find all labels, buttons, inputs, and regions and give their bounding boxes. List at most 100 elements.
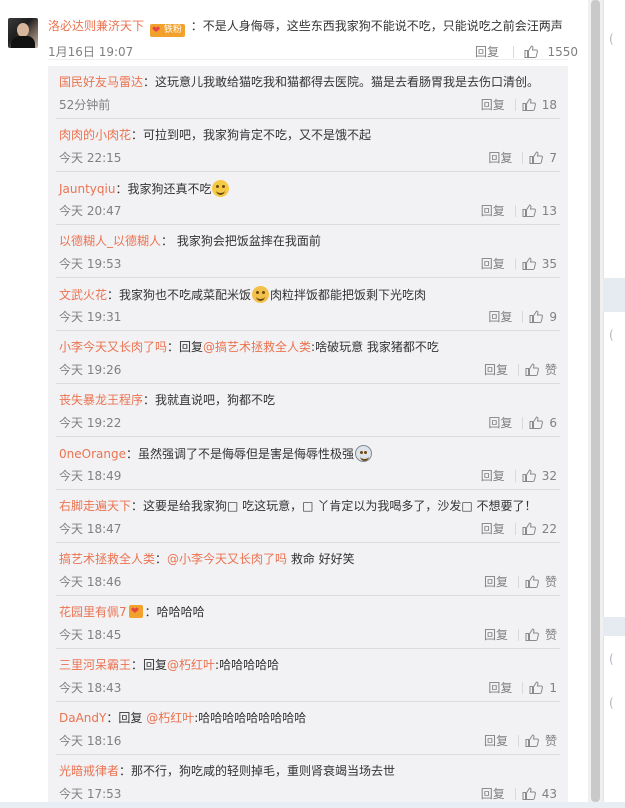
reply-body-continued: 肉粒拌饭都能把饭剩下光吃肉	[270, 288, 427, 302]
reply-text: 国民好友马雷达：这玩意儿我敢给猫吃我和猫都得去医院。猫是去看肠胃我是去伤口清创。	[59, 74, 557, 90]
thumbs-up-icon[interactable]	[522, 469, 536, 482]
thumbs-up-icon[interactable]	[522, 787, 536, 800]
like-count: 9	[549, 310, 557, 324]
reply-mention[interactable]: @小李今天又长肉了吗	[167, 552, 287, 566]
thumbs-up-icon[interactable]	[529, 310, 544, 323]
reply-item: DaAndY：回复 @朽红叶:哈哈哈哈哈哈哈哈哈 今天 18:16 回复 赞	[56, 702, 560, 755]
reply-meta: 今天 18:45 回复 赞	[59, 626, 557, 642]
reply-actions: 回复 赞	[484, 626, 557, 642]
reply-button[interactable]: 回复	[484, 734, 508, 748]
reply-username[interactable]: 以德糊人_以德糊人	[59, 234, 161, 248]
thumbs-up-icon[interactable]	[522, 522, 536, 535]
reply-time: 今天 19:31	[59, 310, 122, 324]
reply-username[interactable]: 搞艺术拯救全人类	[59, 552, 155, 566]
reply-item: 文武火花：我家狗也不吃咸菜配米饭 肉粒拌饭都能把饭剩下光吃肉 今天 19:31 回…	[56, 278, 560, 331]
reply-list: 国民好友马雷达：这玩意儿我敢给猫吃我和猫都得去医院。猫是去看肠胃我是去伤口清创。…	[48, 66, 568, 802]
reply-button[interactable]: 回复	[484, 363, 508, 377]
reply-mention[interactable]: @朽红叶	[146, 711, 194, 725]
reply-meta: 今天 18:49 回复 32	[59, 467, 557, 483]
reply-meta: 今天 18:46 回复 赞	[59, 573, 557, 589]
reply-meta: 今天 18:43 回复 1	[59, 679, 557, 695]
reply-item: 光暗戒律者：那不行，狗吃咸的轻则掉毛，重则肾衰竭当场去世 今天 17:53 回复…	[59, 755, 557, 808]
reply-username[interactable]: 小李今天又长肉了吗	[59, 340, 167, 354]
reply-button[interactable]: 回复	[481, 257, 505, 271]
reply-username[interactable]: 0neOrange	[59, 447, 126, 461]
reply-time: 今天 18:49	[59, 469, 122, 483]
reply-button[interactable]: 回复	[481, 522, 505, 536]
reply-username[interactable]: 国民好友马雷达	[59, 75, 143, 89]
thumbs-up-icon[interactable]	[529, 681, 544, 694]
reply-time: 今天 17:53	[59, 787, 122, 801]
reply-mention[interactable]: @朽红叶	[167, 658, 215, 672]
reply-button[interactable]: 回复	[488, 681, 512, 695]
like-count: 35	[541, 257, 557, 271]
top-comment-username[interactable]: 洛必达则兼济天下	[48, 19, 144, 33]
avatar[interactable]	[8, 18, 38, 48]
reply-button[interactable]: 回复	[481, 98, 505, 112]
fan-badge-label: 铁粉	[163, 25, 182, 35]
thumbs-up-icon[interactable]	[525, 363, 539, 376]
like-count: 6	[549, 416, 557, 430]
reply-text: 光暗戒律者：那不行，狗吃咸的轻则掉毛，重则肾衰竭当场去世	[59, 763, 557, 779]
reply-username[interactable]: 三里河呆霸王	[59, 658, 131, 672]
thumbs-up-icon[interactable]	[522, 257, 536, 270]
like-count: 7	[549, 151, 557, 165]
thumbs-up-icon[interactable]	[529, 416, 544, 429]
like-count: 赞	[544, 575, 557, 589]
reply-username[interactable]: DaAndY	[59, 711, 106, 725]
reply-username[interactable]: 光暗戒律者	[59, 764, 119, 778]
reply-actions: 回复 32	[481, 467, 557, 483]
sidebar-card-text: (	[609, 652, 614, 666]
sidebar-card-text: (	[609, 328, 614, 342]
reply-actions: 回复 赞	[484, 573, 557, 589]
reply-button[interactable]: 回复	[488, 416, 512, 430]
action-divider	[522, 152, 524, 164]
reply-button[interactable]: 回复	[481, 469, 505, 483]
reply-text: 搞艺术拯救全人类：@小李今天又长肉了吗 救命 好好笑	[59, 551, 557, 567]
reply-button[interactable]: 回复	[481, 204, 505, 218]
thumbs-up-icon[interactable]	[525, 734, 539, 747]
reply-text: DaAndY：回复 @朽红叶:哈哈哈哈哈哈哈哈哈	[59, 710, 557, 726]
reply-button[interactable]: 回复	[484, 628, 508, 642]
reply-item: 0neOrange：虽然强调了不是侮辱但是害是侮辱性极强 今天 18:49 回复…	[56, 437, 560, 490]
action-divider	[517, 576, 519, 588]
reply-item: 花园里有佩7 ❤ ：哈哈哈哈 今天 18:45 回复 赞	[56, 596, 560, 649]
reply-button[interactable]: 回复	[475, 45, 499, 59]
fan-badge[interactable]: ❤ 铁粉	[149, 20, 185, 37]
reply-username[interactable]: 丧失暴龙王程序	[59, 393, 143, 407]
reply-time: 今天 19:53	[59, 257, 122, 271]
reply-button[interactable]: 回复	[481, 787, 505, 801]
reply-mention[interactable]: @搞艺术拯救全人类	[203, 340, 311, 354]
reply-actions: 回复 1	[488, 679, 557, 695]
reply-actions: 回复 6	[488, 414, 557, 430]
reply-text: 三里河呆霸王：回复@朽红叶:哈哈哈哈哈	[59, 657, 557, 673]
reply-username[interactable]: 右脚走遍天下	[59, 499, 131, 513]
action-divider	[514, 470, 516, 482]
action-divider	[514, 99, 516, 111]
thumbs-up-icon[interactable]	[525, 575, 539, 588]
top-comment-actions: 回复 1550	[475, 43, 578, 59]
reply-button[interactable]: 回复	[484, 575, 508, 589]
reply-username[interactable]: 花园里有佩7	[59, 605, 127, 619]
reply-body-continued: :啥破玩意 我家猪都不吃	[311, 340, 439, 354]
thumbs-up-icon[interactable]	[522, 204, 536, 217]
reply-body-continued: :哈哈哈哈哈	[215, 658, 280, 672]
reply-button[interactable]: 回复	[488, 310, 512, 324]
reply-text: 丧失暴龙王程序：我就直说吧，狗都不吃	[59, 392, 557, 408]
scrollbar-thumb[interactable]	[591, 0, 600, 802]
scrollbar[interactable]	[588, 0, 603, 802]
reply-username[interactable]: Jauntyqiu	[59, 182, 115, 196]
like-count: 32	[541, 469, 557, 483]
thumbs-up-icon[interactable]	[525, 628, 539, 641]
reply-actions: 回复 18	[481, 96, 557, 112]
reply-body-continued: 救命 好好笑	[287, 552, 355, 566]
reply-text: 右脚走遍天下：这要是给我家狗□ 吃这玩意，□ 丫肯定以为我喝多了，沙发□ 不想要…	[59, 498, 557, 514]
thumbs-up-icon[interactable]	[524, 45, 538, 58]
thumbs-up-icon[interactable]	[522, 98, 536, 111]
thumbs-up-icon[interactable]	[529, 151, 544, 164]
reply-button[interactable]: 回复	[488, 151, 512, 165]
reply-username[interactable]: 肉肉的小肉花	[59, 128, 131, 142]
like-count: 22	[541, 522, 557, 536]
reply-username[interactable]: 文武火花	[59, 288, 107, 302]
reply-body: ：这要是给我家狗□ 吃这玩意，□ 丫肯定以为我喝多了，沙发□ 不想要了！	[131, 499, 537, 513]
